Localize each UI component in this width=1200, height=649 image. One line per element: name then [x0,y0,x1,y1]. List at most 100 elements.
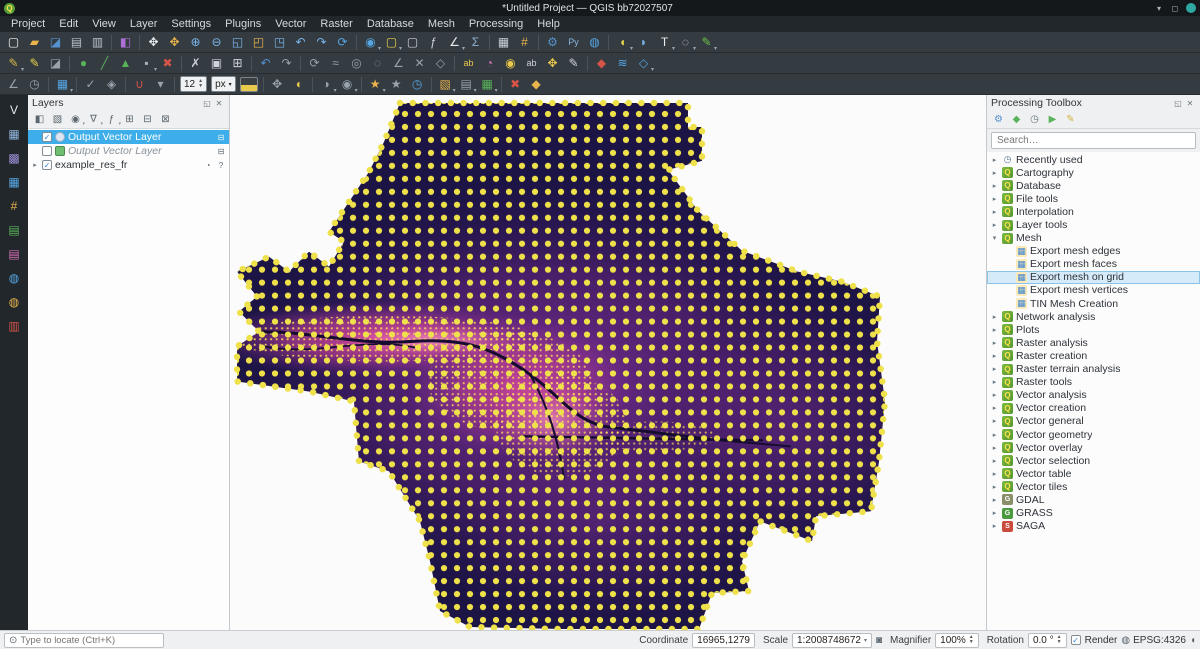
show-bookmarks-button[interactable]: ★ [386,75,407,94]
menu-project[interactable]: Project [4,17,52,31]
expand-arrow-icon[interactable]: ▸ [990,208,999,216]
field-calculator-button[interactable]: # [514,33,535,52]
decorations-button[interactable]: ◆ [526,75,547,94]
collapse-all-button[interactable]: ⊟ [139,112,156,127]
crs-value[interactable]: EPSG:4326 [1133,635,1186,646]
menu-raster[interactable]: Raster [313,17,359,31]
tree-group-vector-geometry[interactable]: ▸QVector geometry [987,428,1200,441]
python-console-button[interactable]: Py [563,33,584,52]
tree-algorithm-export-mesh-vertices[interactable]: ▦Export mesh vertices [987,284,1200,297]
tree-group-plots[interactable]: ▸QPlots [987,323,1200,336]
minimize-icon[interactable]: ▾ [1154,3,1164,13]
add-ring-button[interactable]: ◎ [346,54,367,73]
change-label-button[interactable]: ✎ [563,54,584,73]
map-refresh-button[interactable]: ⟳ [332,33,353,52]
add-wfs-layer-button[interactable]: ◍ [4,293,24,311]
expand-arrow-icon[interactable]: ▸ [990,339,999,347]
toolbox-wrench-button[interactable]: ⚙ [990,112,1007,127]
redo-button[interactable]: ↷ [276,54,297,73]
tree-group-mesh[interactable]: ▾QMesh [987,232,1200,245]
menu-mesh[interactable]: Mesh [421,17,462,31]
expand-arrow-icon[interactable]: ▸ [990,313,999,321]
check-geometries-button[interactable]: ✓ [80,75,101,94]
history-button[interactable]: ◷ [1026,112,1043,127]
split-features-button[interactable]: ✕ [409,54,430,73]
project-open-button[interactable]: ▰ [24,33,45,52]
add-vector-layer-button[interactable]: ▦ [4,125,24,143]
move-label-button[interactable]: ✥ [542,54,563,73]
snapping-toggle-button[interactable]: ∪ [129,75,150,94]
layer-visibility-checkbox[interactable]: ✓ [42,160,52,170]
layout-manager-button[interactable]: ▥ [87,33,108,52]
select-by-expression-button[interactable]: ƒ [423,33,444,52]
add-delimited-text-button[interactable]: # [4,197,24,215]
copy-features-button[interactable]: ▣ [206,54,227,73]
zoom-out-button[interactable]: ⊖ [206,33,227,52]
stop-rendering-button[interactable]: ✖ [505,75,526,94]
tree-group-interpolation[interactable]: ▸QInterpolation [987,205,1200,218]
log-messages-icon[interactable]: ◖ [1190,635,1196,646]
tree-group-raster-analysis[interactable]: ▸QRaster analysis [987,336,1200,349]
tree-group-vector-analysis[interactable]: ▸QVector analysis [987,389,1200,402]
tree-group-vector-general[interactable]: ▸QVector general [987,415,1200,428]
statistical-summary-button[interactable]: Σ [465,33,486,52]
layer-row-example-res-fr-2[interactable]: ▸✓example_res_fr◔? [28,158,229,172]
expand-arrow-icon[interactable]: ▸ [990,509,999,517]
rotation-spinbox[interactable]: 0.0 ° ▲▼ [1028,633,1067,648]
layer-labeling-button[interactable]: ab [458,54,479,73]
tree-group-layer-tools[interactable]: ▸QLayer tools [987,218,1200,231]
tree-group-raster-terrain-analysis[interactable]: ▸QRaster terrain analysis [987,363,1200,376]
filter-by-expression-button[interactable]: ƒ▾ [103,112,120,127]
expand-arrow-icon[interactable]: ▾ [990,234,999,242]
expand-arrow-icon[interactable]: ▸ [990,431,999,439]
layer-visibility-checkbox[interactable] [42,146,52,156]
edit-features-in-place-button[interactable]: ✎ [1062,112,1079,127]
tree-group-raster-tools[interactable]: ▸QRaster tools [987,376,1200,389]
expand-arrow-icon[interactable]: ▸ [990,391,999,399]
tree-group-vector-selection[interactable]: ▸QVector selection [987,454,1200,467]
shape-digitizing-button[interactable]: ◇▾ [633,54,654,73]
expand-arrow-icon[interactable]: ▸ [990,378,999,386]
layer-row-output-vector-layer-0[interactable]: ✓Output Vector Layer⊟ [28,130,229,144]
tree-group-file-tools[interactable]: ▸QFile tools [987,192,1200,205]
expand-arrow-icon[interactable]: ▸ [990,417,999,425]
size-unit-combo[interactable]: px▾ [211,76,236,92]
models-button[interactable]: ◆ [1008,112,1025,127]
style-manager-button[interactable]: ◧ [115,33,136,52]
deselect-features-button[interactable]: ▢ [402,33,423,52]
annotation-button[interactable]: ◖▾ [612,33,633,52]
menu-edit[interactable]: Edit [52,17,85,31]
project-new-button[interactable]: ▢ [3,33,24,52]
map-canvas[interactable] [230,95,986,630]
results-viewer-button[interactable]: ▶ [1044,112,1061,127]
menu-processing[interactable]: Processing [462,17,530,31]
add-wms-layer-button[interactable]: ◍ [4,269,24,287]
expand-arrow-icon[interactable]: ▸ [990,457,999,465]
tree-group-cartography[interactable]: ▸QCartography [987,166,1200,179]
toggle-editing-button[interactable]: ✎ [24,54,45,73]
manage-plugins-button[interactable]: ▤▾ [456,75,477,94]
map-view[interactable] [230,95,986,630]
zoom-to-selection-button[interactable]: ◰ [248,33,269,52]
tree-group-recently-used[interactable]: ▸◷Recently used [987,153,1200,166]
locate-box[interactable]: ⊙ [4,633,164,648]
menu-view[interactable]: View [85,17,123,31]
tree-algorithm-export-mesh-on-grid[interactable]: ▦Export mesh on grid [987,271,1200,284]
float-panel-icon[interactable]: ◱ [201,97,213,109]
zoom-next-button[interactable]: ↷ [311,33,332,52]
tree-algorithm-export-mesh-edges[interactable]: ▦Export mesh edges [987,245,1200,258]
tree-group-vector-tiles[interactable]: ▸QVector tiles [987,480,1200,493]
print-layout-button[interactable]: ▤ [66,33,87,52]
identify-features-button[interactable]: ◉▾ [360,33,381,52]
merge-features-button[interactable]: ◇ [430,54,451,73]
search-input[interactable] [991,132,1196,149]
add-mesh-layer-button[interactable]: ▦ [4,173,24,191]
add-polygon-feature-button[interactable]: ▲ [115,54,136,73]
label-color-swatch[interactable] [240,77,258,92]
locator-search-button[interactable]: ◌▾ [675,33,696,52]
add-group-button[interactable]: ▧ [49,112,66,127]
close-icon[interactable] [1186,3,1196,13]
data-source-manager-button[interactable]: V [4,101,24,119]
add-part-button[interactable]: ◌ [367,54,388,73]
layer-visibility-button[interactable]: ◉▾ [337,75,358,94]
